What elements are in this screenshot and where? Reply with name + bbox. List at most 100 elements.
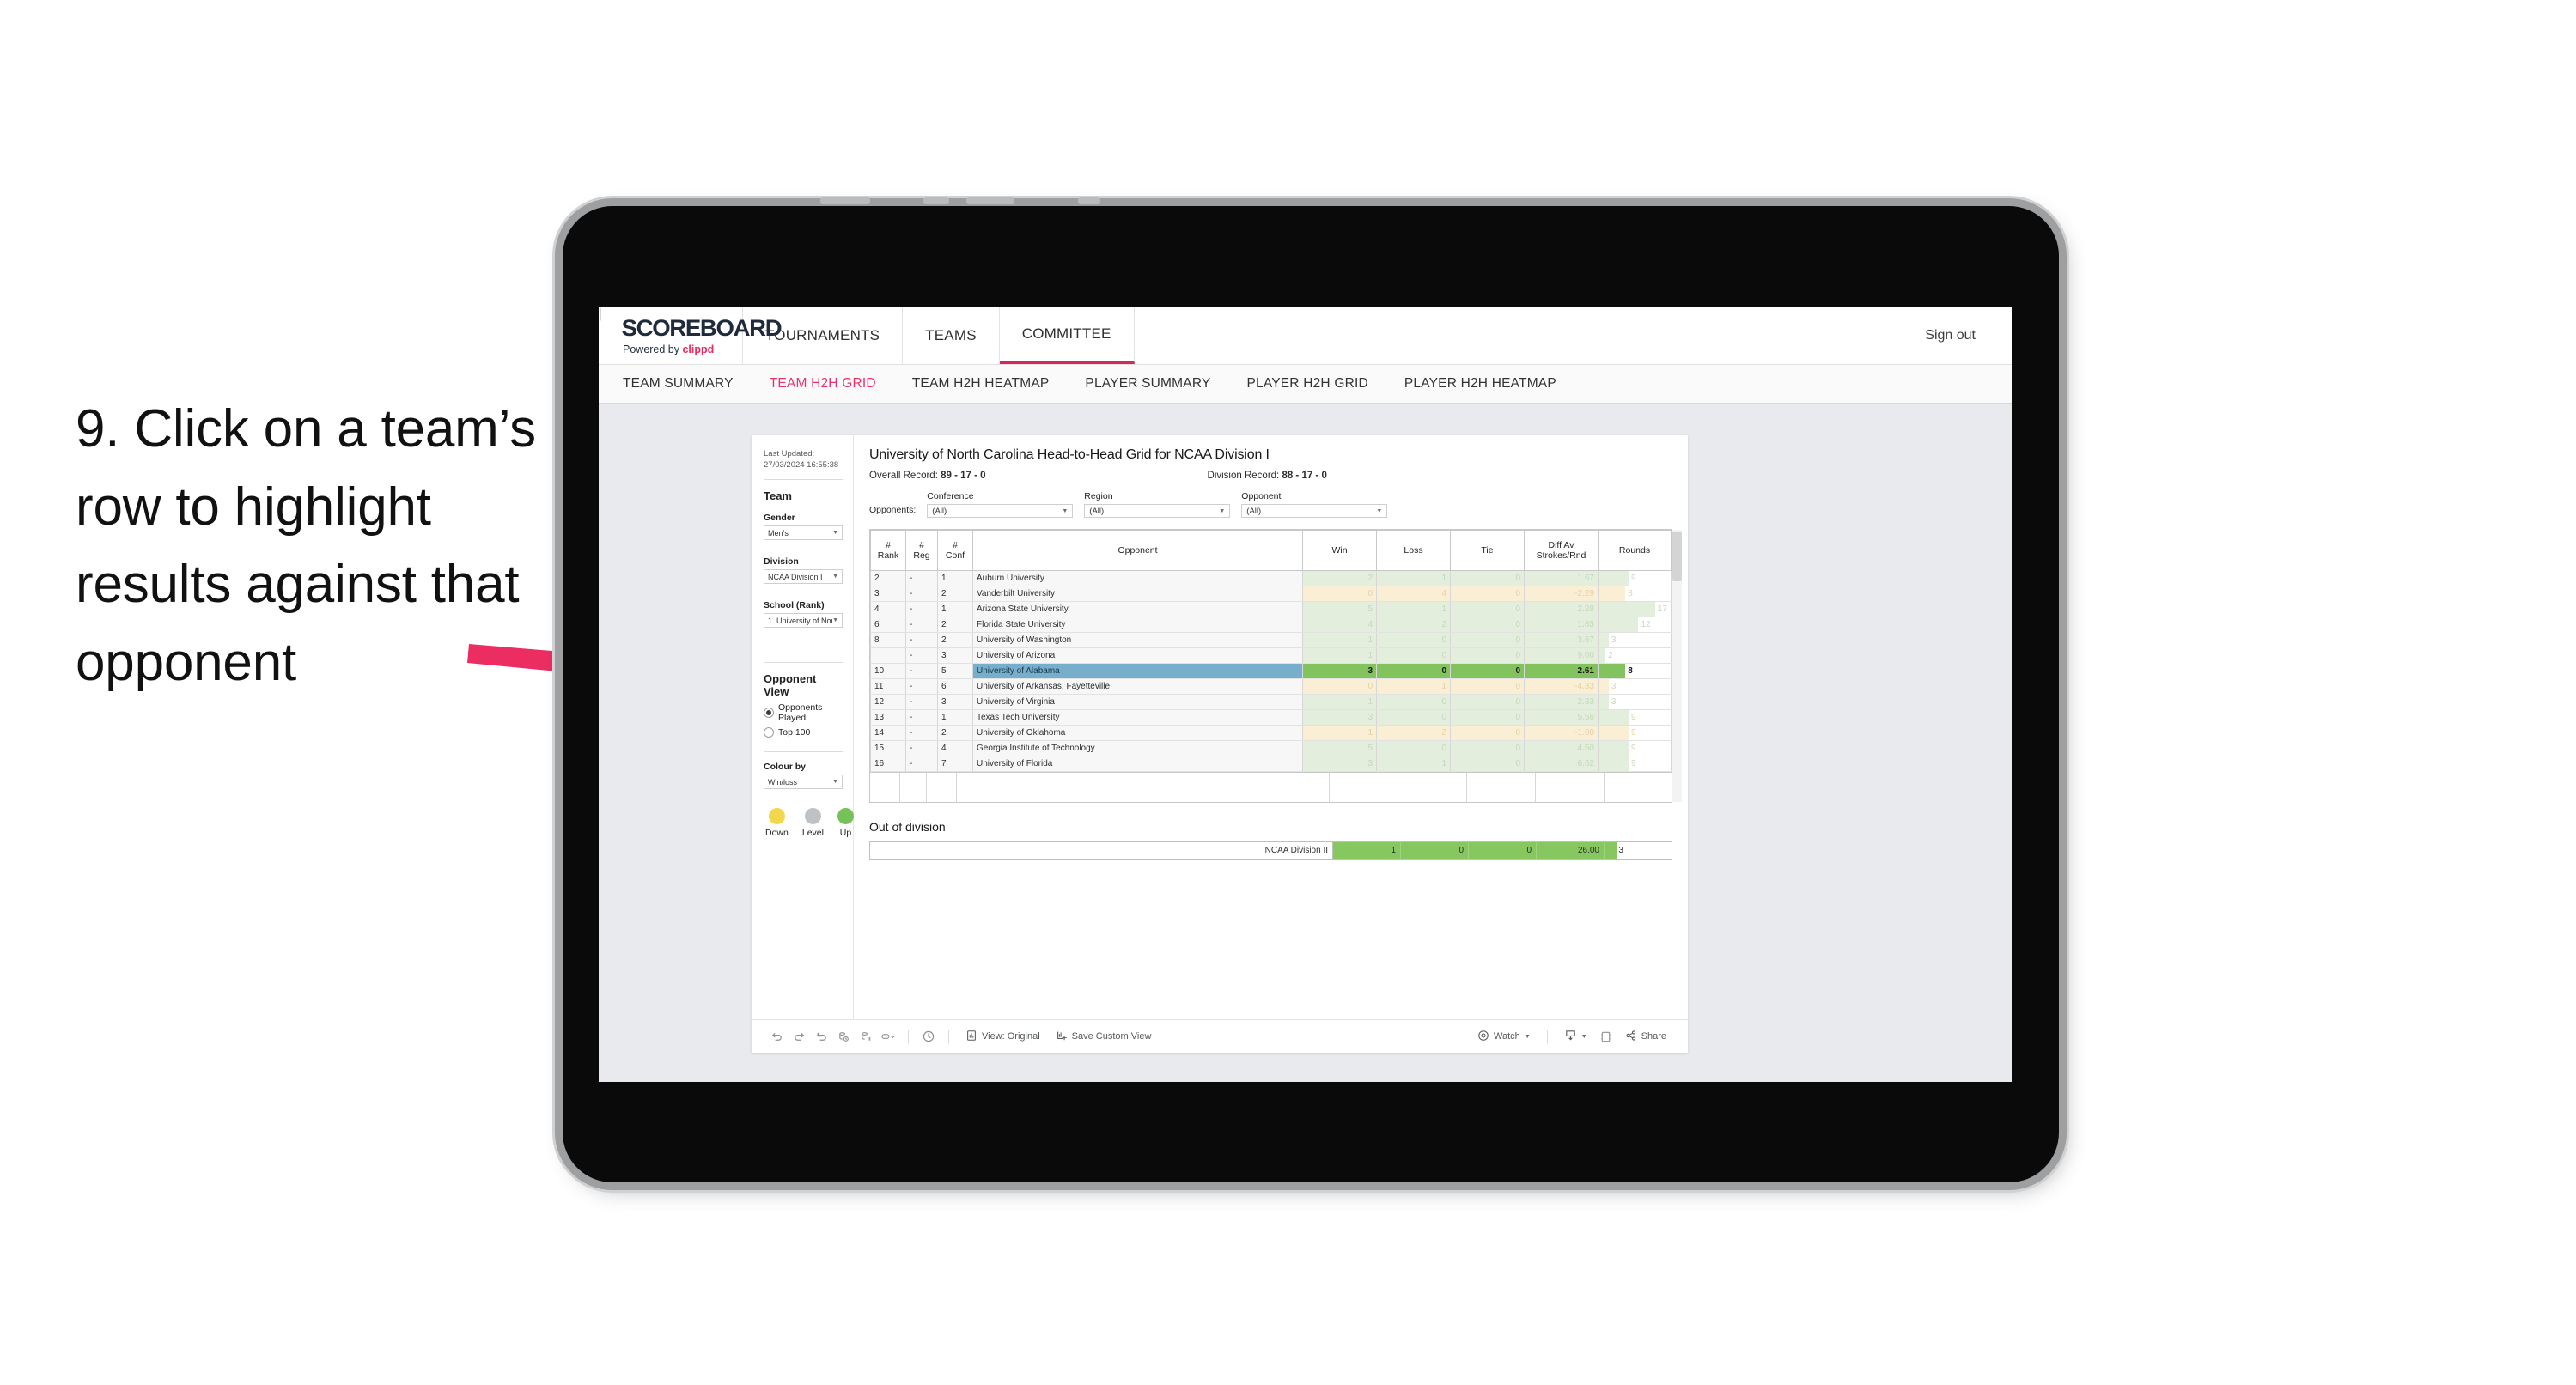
- ood-name: NCAA Division II: [870, 842, 1333, 859]
- subtab-player-h2h-heatmap[interactable]: PLAYER H2H HEATMAP: [1404, 376, 1556, 392]
- opponent-select[interactable]: (All) ▼: [1241, 504, 1388, 518]
- cell-loss: 0: [1376, 740, 1451, 756]
- col-diff[interactable]: Diff Av Strokes/Rnd: [1524, 530, 1599, 571]
- signout-link[interactable]: Sign out: [1925, 328, 1976, 343]
- brand-logo[interactable]: SCOREBOARD Powered by clippd: [599, 307, 783, 364]
- col-rounds[interactable]: Rounds: [1598, 530, 1672, 571]
- chevron-down-icon: ▼: [832, 617, 838, 624]
- subtab-team-h2h-grid[interactable]: TEAM H2H GRID: [770, 376, 876, 392]
- rounds-bar: [1599, 602, 1655, 617]
- rounds-bar: [1599, 726, 1629, 740]
- school-select[interactable]: 1. University of Nort... ▼: [764, 613, 843, 629]
- fullscreen-icon[interactable]: [1595, 1025, 1617, 1048]
- col-reg[interactable]: # Reg: [905, 530, 938, 571]
- table-scrollbar-thumb[interactable]: [1672, 532, 1682, 581]
- pause-data-icon[interactable]: [855, 1025, 877, 1048]
- opponent-filter: Opponent (All) ▼: [1241, 491, 1388, 518]
- colour-by-select[interactable]: Win/loss ▼: [764, 775, 843, 790]
- refresh-data-icon[interactable]: [832, 1025, 855, 1048]
- rounds-value: 17: [1657, 604, 1667, 614]
- cell-opponent: Auburn University: [972, 570, 1303, 586]
- table-row[interactable]: 12-3 University of Virginia 1 0 0 2.33 3: [870, 694, 1672, 710]
- table-row[interactable]: 10-5 University of Alabama 3 0 0 2.61 8: [870, 663, 1672, 679]
- cell-loss: 0: [1376, 663, 1451, 679]
- watch-button[interactable]: Watch ▼: [1470, 1025, 1538, 1048]
- cell-win: 3: [1302, 663, 1377, 679]
- view-original-button[interactable]: View: Original: [958, 1025, 1048, 1048]
- rounds-value: 9: [1631, 728, 1636, 738]
- cell-tie: 0: [1450, 740, 1525, 756]
- redo-icon[interactable]: [788, 1025, 810, 1048]
- cell-win: 0: [1302, 678, 1377, 695]
- col-conf[interactable]: # Conf: [937, 530, 973, 571]
- cell-win: 5: [1302, 740, 1377, 756]
- cell-reg: -: [905, 647, 938, 664]
- cell-rank: 2: [870, 570, 906, 586]
- table-row[interactable]: 4-1 Arizona State University 5 1 0 2.28 17: [870, 601, 1672, 617]
- col-rank[interactable]: # Rank: [870, 530, 906, 571]
- rounds-value: 9: [1631, 574, 1636, 583]
- table-row[interactable]: 16-7 University of Florida 3 1 0 6.62 9: [870, 756, 1672, 772]
- subtab-team-h2h-heatmap[interactable]: TEAM H2H HEATMAP: [912, 376, 1050, 392]
- cell-tie: 0: [1450, 694, 1525, 710]
- table-row[interactable]: 2-1 Auburn University 2 1 0 1.67 9: [870, 570, 1672, 586]
- gender-select[interactable]: Men’s ▼: [764, 525, 843, 541]
- device-layout-icon[interactable]: [877, 1025, 899, 1048]
- save-custom-view-button[interactable]: Save Custom View: [1048, 1025, 1160, 1048]
- table-row[interactable]: 8-2 University of Washington 1 0 0 3.67 3: [870, 632, 1672, 648]
- conference-select[interactable]: (All) ▼: [927, 504, 1074, 518]
- chevron-down-icon: ▼: [832, 574, 838, 580]
- col-tie[interactable]: Tie: [1450, 530, 1525, 571]
- legend-label-up: Up: [839, 828, 852, 839]
- subtab-team-summary[interactable]: TEAM SUMMARY: [623, 376, 734, 392]
- nav-tab-committee[interactable]: COMMITTEE: [999, 307, 1135, 364]
- division-select[interactable]: NCAA Division I ▼: [764, 569, 843, 585]
- out-of-division-row[interactable]: NCAA Division II 1 0 0 26.00 3: [869, 841, 1672, 860]
- table-row[interactable]: 3-2 Vanderbilt University 0 4 0 -2.29 8: [870, 586, 1672, 602]
- pause-auto-update-icon[interactable]: [917, 1025, 940, 1048]
- cell-win: 1: [1302, 632, 1377, 648]
- cell-tie: 0: [1450, 601, 1525, 617]
- cell-rank: 16: [870, 756, 906, 772]
- radio-top-100[interactable]: Top 100: [764, 727, 843, 738]
- viz-panel: Last Updated: 27/03/2024 16:55:38 Team G…: [752, 435, 1688, 1053]
- cell-conf: 1: [937, 570, 973, 586]
- share-label: Share: [1641, 1031, 1666, 1042]
- cell-opponent: Florida State University: [972, 617, 1303, 633]
- cell-loss: 2: [1376, 725, 1451, 741]
- cell-win: 1: [1302, 725, 1377, 741]
- view-original-label: View: Original: [982, 1031, 1040, 1042]
- app-screen: SCOREBOARD Powered by clippd TOURNAMENTS…: [599, 307, 2012, 1082]
- download-button[interactable]: ▼: [1556, 1025, 1595, 1048]
- table-row[interactable]: -3 University of Arizona 1 0 0 9.00 2: [870, 647, 1672, 664]
- col-win[interactable]: Win: [1302, 530, 1377, 571]
- table-row[interactable]: 6-2 Florida State University 4 2 0 1.83 12: [870, 617, 1672, 633]
- cell-rounds: 9: [1598, 709, 1672, 726]
- cell-reg: -: [905, 678, 938, 695]
- region-label: Region: [1084, 491, 1113, 501]
- radio-opponents-played[interactable]: Opponents Played: [764, 702, 843, 723]
- rounds-bar: [1599, 664, 1625, 678]
- subtab-player-summary[interactable]: PLAYER SUMMARY: [1085, 376, 1210, 392]
- table-row[interactable]: 14-2 University of Oklahoma 1 2 0 -1.00 9: [870, 725, 1672, 741]
- cell-diff: 2.28: [1524, 601, 1599, 617]
- col-loss[interactable]: Loss: [1376, 530, 1451, 571]
- nav-tab-teams[interactable]: TEAMS: [903, 307, 1000, 364]
- sidebar-divider-2: [764, 662, 843, 664]
- region-select[interactable]: (All) ▼: [1084, 504, 1231, 518]
- cell-rank: 8: [870, 632, 906, 648]
- cell-diff: 1.83: [1524, 617, 1599, 633]
- cell-diff: 2.61: [1524, 663, 1599, 679]
- signout-divider: |: [599, 307, 603, 321]
- undo-icon[interactable]: [765, 1025, 788, 1048]
- cell-rounds: 3: [1598, 632, 1672, 648]
- table-row[interactable]: 15-4 Georgia Institute of Technology 5 0 0 4.…: [870, 740, 1672, 756]
- revert-icon[interactable]: [810, 1025, 832, 1048]
- ood-rounds-cell: 3: [1605, 842, 1672, 859]
- share-button[interactable]: Share: [1617, 1025, 1674, 1048]
- overall-record-value: 89 - 17 - 0: [941, 471, 986, 481]
- subtab-player-h2h-grid[interactable]: PLAYER H2H GRID: [1246, 376, 1367, 392]
- table-row[interactable]: 13-1 Texas Tech University 3 0 0 5.56 9: [870, 709, 1672, 726]
- col-opponent[interactable]: Opponent: [972, 530, 1303, 571]
- table-row[interactable]: 11-6 University of Arkansas, Fayetteville…: [870, 678, 1672, 695]
